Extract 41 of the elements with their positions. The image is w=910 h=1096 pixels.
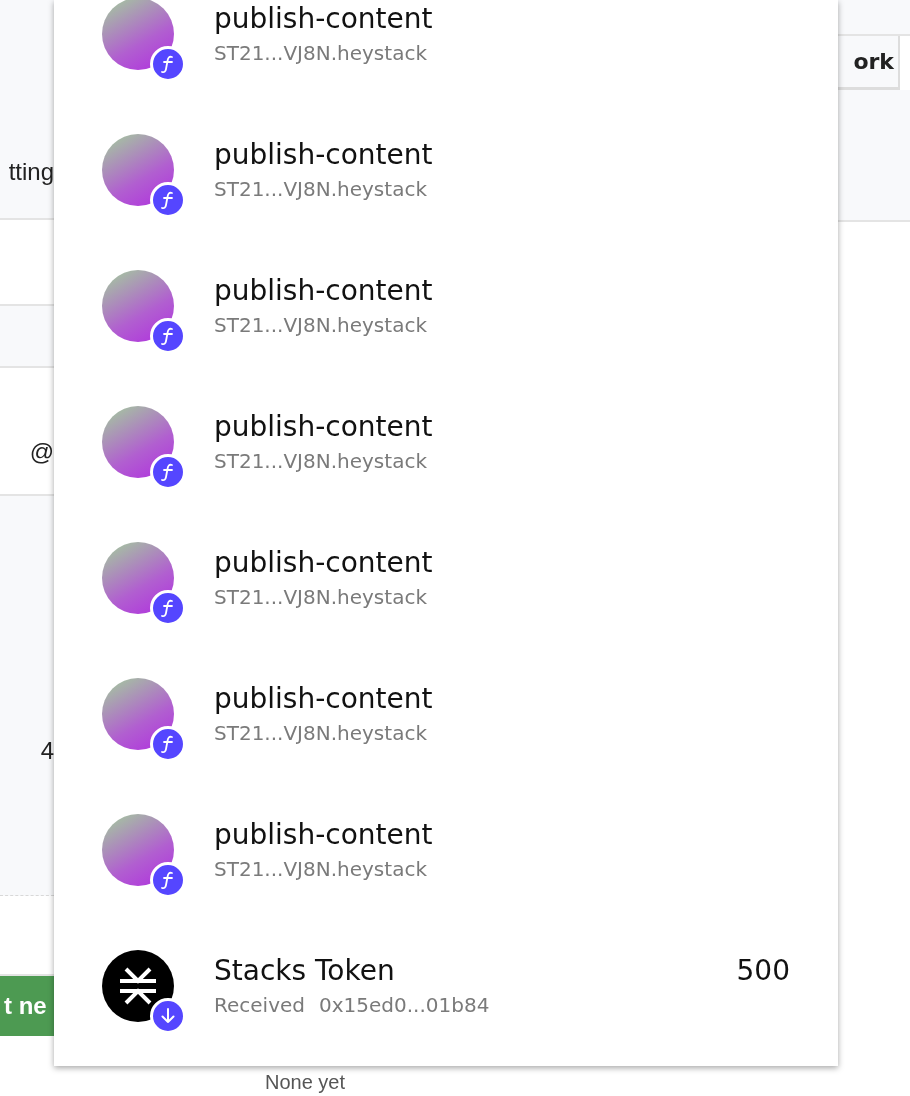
item-title: publish-content xyxy=(214,681,433,717)
function-icon xyxy=(160,326,176,346)
item-title: publish-content xyxy=(214,817,433,853)
activity-item[interactable]: publish-content ST21...VJ8N.heystack xyxy=(54,102,838,238)
item-subtitle: 0x15ed0...01b84 xyxy=(319,992,490,1019)
activity-item[interactable]: publish-content ST21...VJ8N.heystack xyxy=(54,374,838,510)
item-title: publish-content xyxy=(214,137,433,173)
function-icon xyxy=(160,462,176,482)
avatar xyxy=(102,0,174,70)
activity-item[interactable]: publish-content ST21...VJ8N.heystack xyxy=(54,0,838,102)
activity-item[interactable]: publish-content ST21...VJ8N.heystack xyxy=(54,782,838,918)
item-subtitle: ST21...VJ8N.heystack xyxy=(214,40,427,67)
activity-item[interactable]: publish-content ST21...VJ8N.heystack xyxy=(54,646,838,782)
function-icon xyxy=(160,598,176,618)
activity-item[interactable]: publish-content ST21...VJ8N.heystack xyxy=(54,238,838,374)
function-icon xyxy=(160,190,176,210)
empty-text: None yet xyxy=(265,1071,346,1094)
function-icon xyxy=(160,734,176,754)
item-title: Stacks Token xyxy=(214,953,395,989)
background-text: 4 xyxy=(40,737,54,766)
background-text: @ xyxy=(29,438,54,467)
item-subtitle: ST21...VJ8N.heystack xyxy=(214,584,427,611)
amount-text: 500 xyxy=(736,953,790,989)
activity-item[interactable]: Stacks Token 500 Received 0x15ed0...01b84 xyxy=(54,918,838,1054)
network-tab[interactable]: ork xyxy=(838,36,900,90)
item-subtitle: ST21...VJ8N.heystack xyxy=(214,176,427,203)
item-subtitle: ST21...VJ8N.heystack xyxy=(214,856,427,883)
item-title: publish-content xyxy=(214,409,433,445)
item-subtitle: ST21...VJ8N.heystack xyxy=(214,448,427,475)
function-icon xyxy=(160,870,176,890)
token-logo-icon xyxy=(102,950,174,1022)
item-title: publish-content xyxy=(214,273,433,309)
status-text: Received xyxy=(214,992,305,1019)
item-subtitle: ST21...VJ8N.heystack xyxy=(214,720,427,747)
function-icon xyxy=(160,54,176,74)
background-text: tting xyxy=(8,158,54,187)
item-title: publish-content xyxy=(214,1,433,37)
activity-item[interactable]: publish-content ST21...VJ8N.heystack xyxy=(54,510,838,646)
item-title: publish-content xyxy=(214,545,433,581)
item-subtitle: ST21...VJ8N.heystack xyxy=(214,312,427,339)
arrow-down-icon xyxy=(160,1007,176,1025)
